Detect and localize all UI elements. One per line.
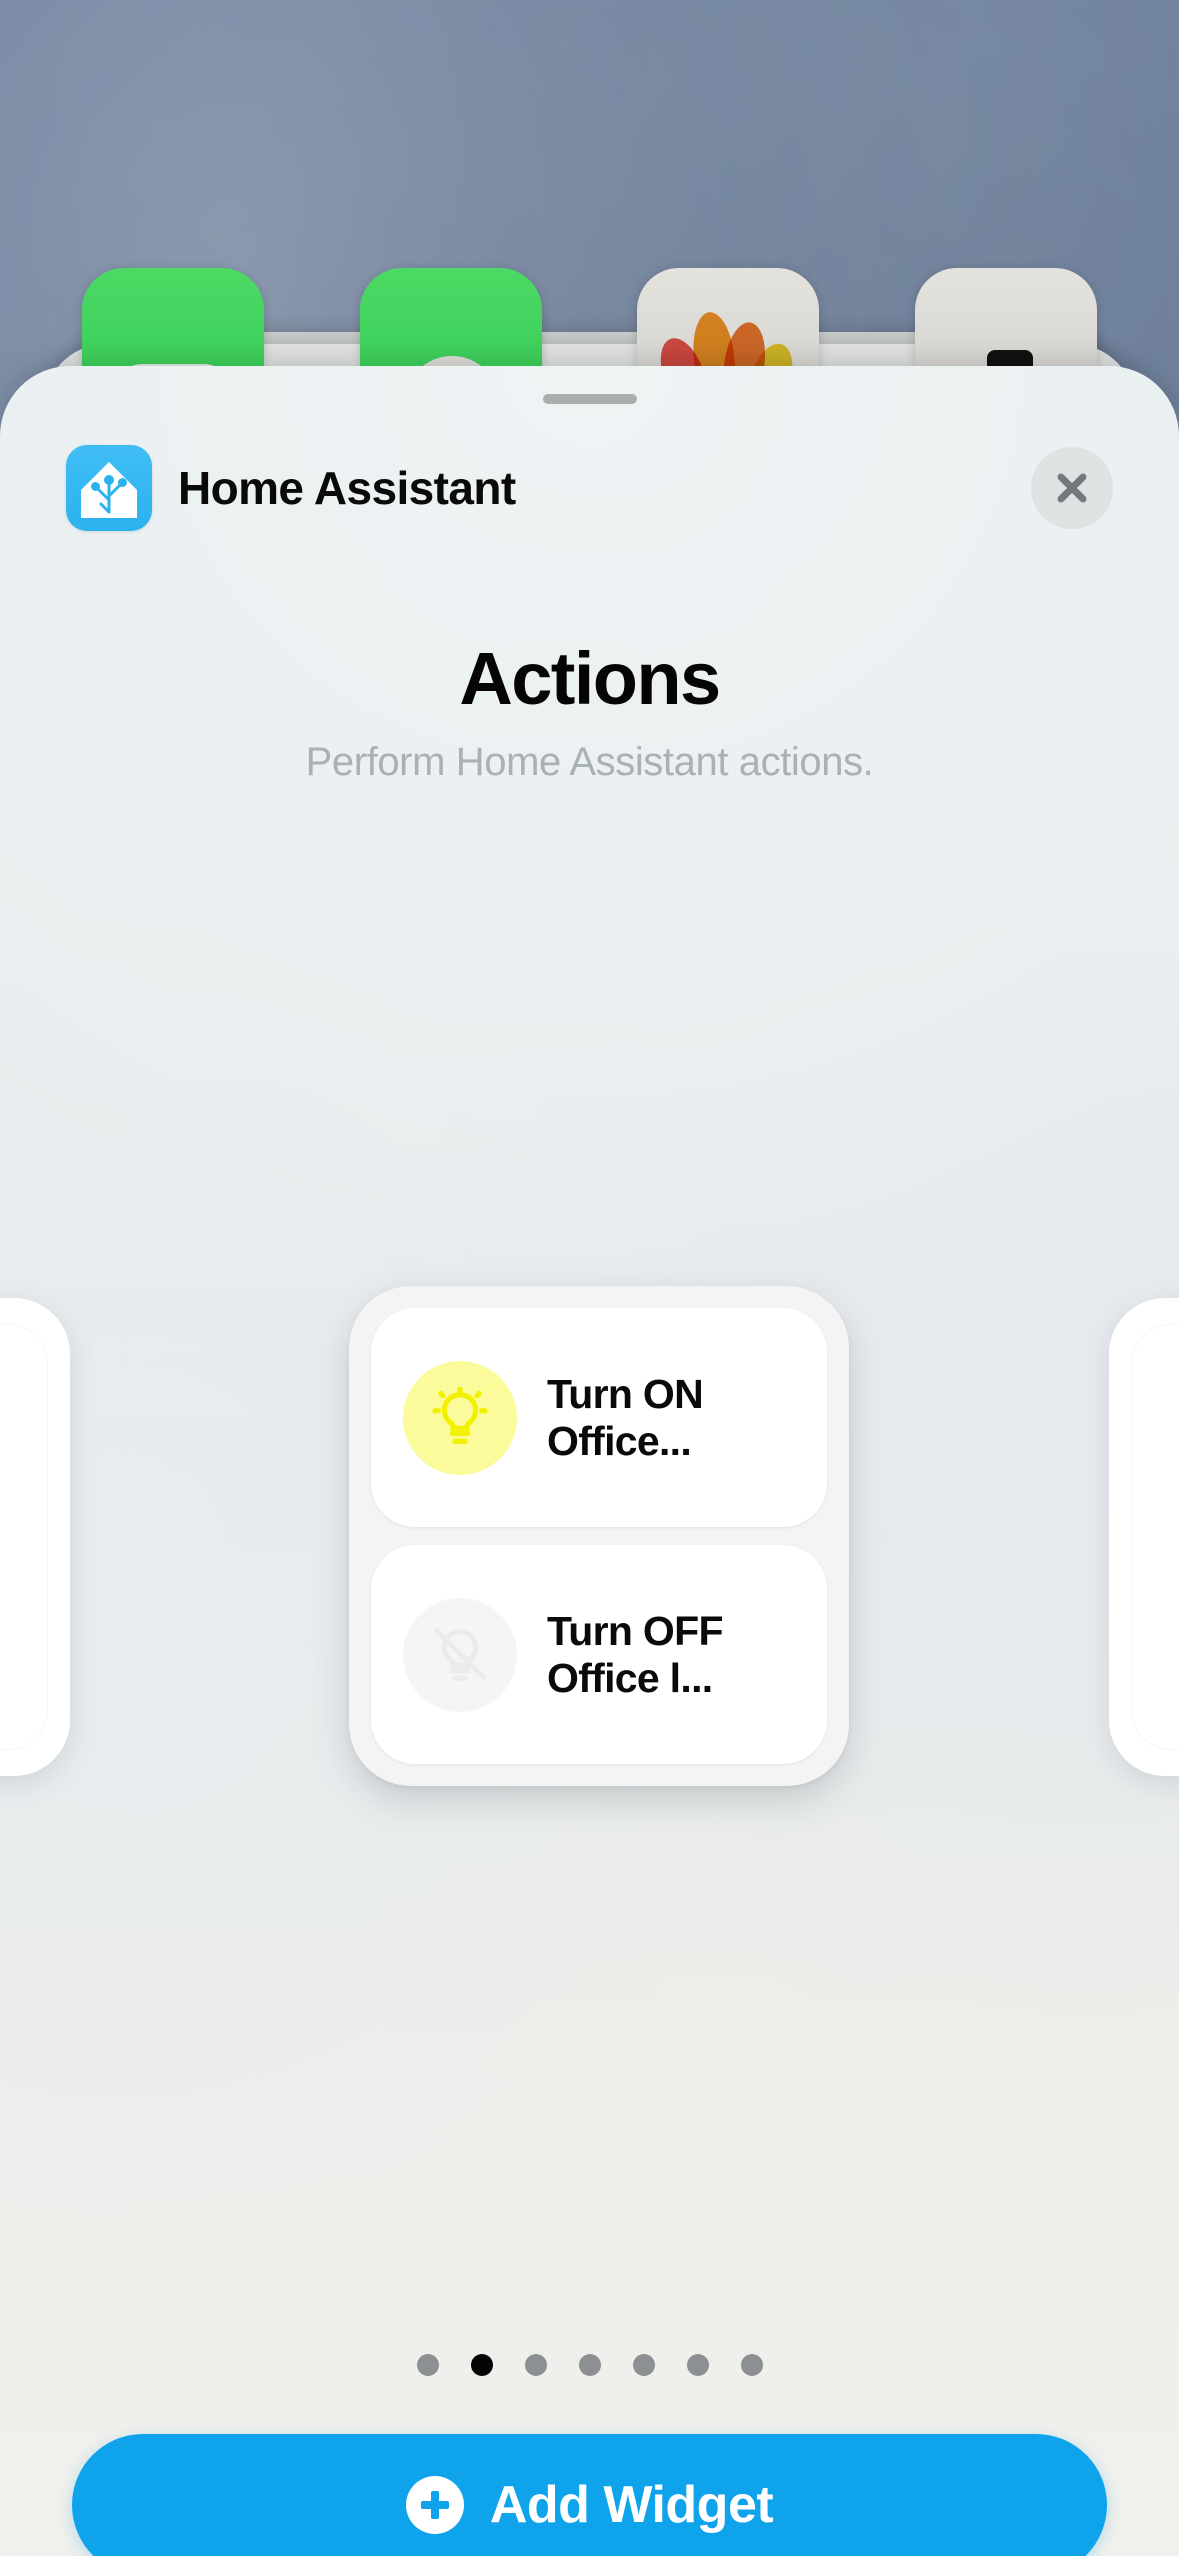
widget-row-turn-off[interactable]: Turn OFF Office l... [371, 1545, 827, 1764]
lightbulb-off-icon [403, 1598, 517, 1712]
page-dots[interactable] [0, 2354, 1179, 2376]
page-subtitle: Perform Home Assistant actions. [0, 740, 1179, 785]
widget-carousel[interactable]: Turn ON Office... Turn OFF Off [0, 1286, 1179, 1786]
sheet-grabber[interactable] [543, 394, 637, 404]
sheet-header: Home Assistant [0, 428, 1179, 548]
close-icon[interactable] [1031, 447, 1113, 529]
widget-preview-peek-left[interactable] [0, 1298, 70, 1776]
page-dot-1[interactable] [417, 2354, 439, 2376]
page-dot-5[interactable] [633, 2354, 655, 2376]
widget-row-label: Turn OFF Office l... [547, 1608, 723, 1701]
app-title: Home Assistant [178, 461, 516, 515]
widget-row-label-line2: Office... [547, 1418, 691, 1464]
actions-widget-preview[interactable]: Turn ON Office... Turn OFF Off [349, 1286, 849, 1786]
page-dot-3[interactable] [525, 2354, 547, 2376]
widget-row-label-line2: Office l... [547, 1655, 712, 1701]
widget-preview-peek-right[interactable] [1109, 1298, 1179, 1776]
home-assistant-icon [66, 445, 152, 531]
widget-row-label: Turn ON Office... [547, 1371, 703, 1464]
page-dot-4[interactable] [579, 2354, 601, 2376]
page-title: Actions [0, 636, 1179, 721]
widget-picker-sheet: Home Assistant Actions Perform Home Assi… [0, 366, 1179, 2556]
page-dot-2[interactable] [471, 2354, 493, 2376]
widget-row-label-line1: Turn OFF [547, 1608, 723, 1654]
lightbulb-on-icon [403, 1361, 517, 1475]
widget-row-turn-on[interactable]: Turn ON Office... [371, 1308, 827, 1527]
page-dot-7[interactable] [741, 2354, 763, 2376]
page-dot-6[interactable] [687, 2354, 709, 2376]
widget-preview-peek-left-inner [0, 1324, 48, 1750]
widget-row-label-line1: Turn ON [547, 1371, 703, 1417]
plus-circle-icon [406, 2476, 464, 2534]
iphone-screen: Home Assistant Actions Perform Home Assi… [0, 0, 1179, 2556]
add-widget-button[interactable]: Add Widget [72, 2434, 1107, 2556]
widget-preview-peek-right-inner [1131, 1324, 1179, 1750]
add-widget-label: Add Widget [490, 2475, 773, 2535]
